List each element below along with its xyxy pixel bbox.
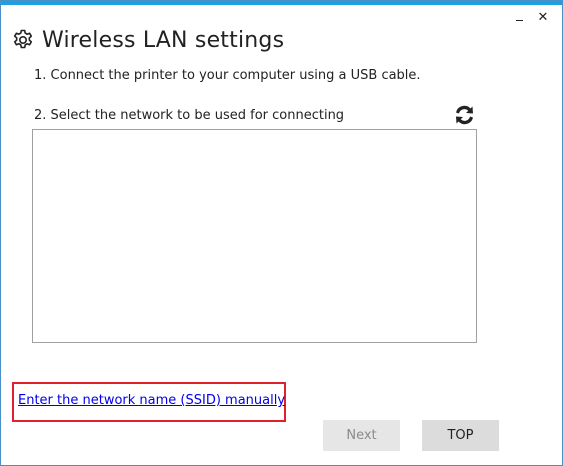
header: Wireless LAN settings xyxy=(11,25,284,55)
enter-ssid-manually-link[interactable]: Enter the network name (SSID) manually xyxy=(18,393,285,408)
network-list[interactable] xyxy=(32,129,477,343)
refresh-icon[interactable] xyxy=(452,103,477,127)
close-icon: ✕ xyxy=(537,10,549,25)
minimize-icon xyxy=(516,20,523,21)
dialog-window: ✕ Wireless LAN settings 1. Connect the p… xyxy=(0,0,563,466)
top-button[interactable]: TOP xyxy=(422,420,499,451)
minimize-button[interactable] xyxy=(509,9,529,27)
gear-icon xyxy=(13,29,33,49)
title-bar-accent xyxy=(1,1,562,5)
close-button[interactable]: ✕ xyxy=(533,9,553,27)
page-title: Wireless LAN settings xyxy=(42,27,285,53)
instruction-step-1: 1. Connect the printer to your computer … xyxy=(34,68,421,83)
instruction-step-2: 2. Select the network to be used for con… xyxy=(34,108,345,123)
next-button[interactable]: Next xyxy=(323,420,400,451)
